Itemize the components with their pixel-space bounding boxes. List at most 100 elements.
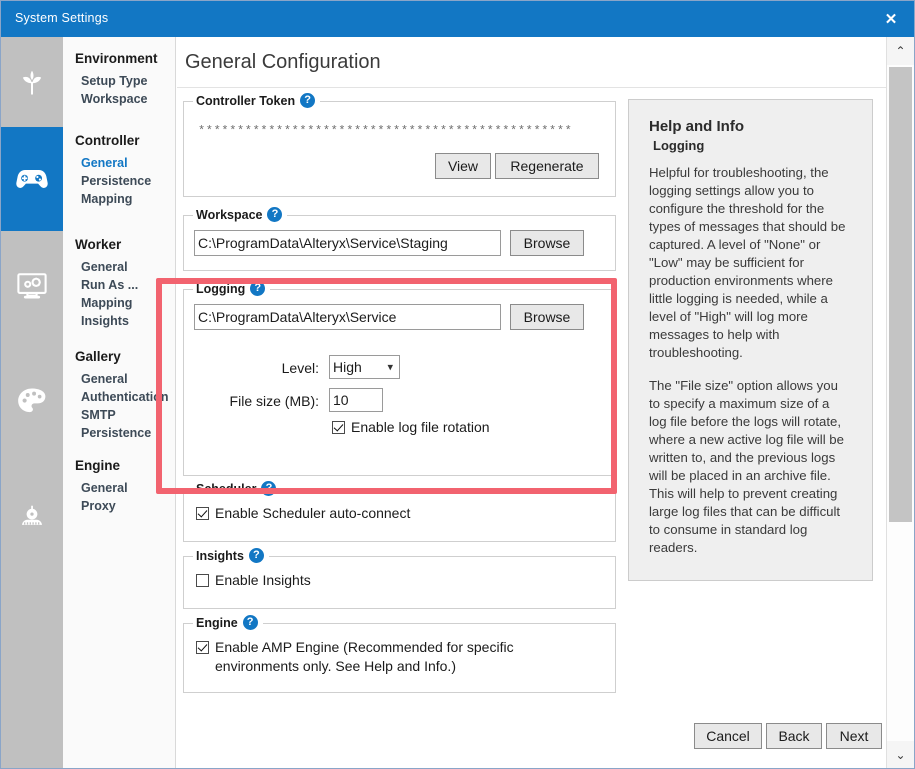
sidebar-item-engine-general[interactable]: General bbox=[81, 481, 128, 495]
rail-item-controller[interactable] bbox=[1, 127, 63, 231]
sidebar-item-gallery-authentication[interactable]: Authentication bbox=[81, 390, 169, 404]
scheduler-section: Scheduler ? Enable Scheduler auto-connec… bbox=[183, 489, 616, 542]
insights-enable-row[interactable]: Enable Insights bbox=[196, 571, 311, 590]
sidebar-item-gallery-general[interactable]: General bbox=[81, 372, 128, 386]
controller-token-legend: Controller Token ? bbox=[193, 93, 320, 108]
rail-item-environment[interactable] bbox=[1, 37, 63, 127]
controller-token-value: ****************************************… bbox=[198, 124, 598, 138]
regenerate-token-button[interactable]: Regenerate bbox=[495, 153, 599, 179]
icon-rail bbox=[1, 37, 63, 769]
nav-group-controller: Controller bbox=[75, 133, 140, 148]
scroll-up-arrow-icon[interactable]: ⌃ bbox=[887, 37, 914, 65]
content-scrollbar[interactable]: ⌃ ⌄ bbox=[886, 37, 914, 769]
nav-column: Environment Setup Type Workspace Control… bbox=[63, 37, 176, 769]
monitor-gear-icon bbox=[17, 272, 47, 300]
rail-item-engine[interactable] bbox=[1, 461, 63, 571]
window-title: System Settings bbox=[15, 11, 108, 25]
logging-legend-text: Logging bbox=[196, 282, 245, 296]
help-icon-engine[interactable]: ? bbox=[243, 615, 258, 630]
system-settings-window: System Settings ✕ bbox=[0, 0, 915, 769]
insights-section: Insights ? Enable Insights bbox=[183, 556, 616, 609]
help-icon-scheduler[interactable]: ? bbox=[261, 481, 276, 496]
nav-group-gallery: Gallery bbox=[75, 349, 121, 364]
help-icon-logging[interactable]: ? bbox=[250, 281, 265, 296]
gamepad-icon bbox=[16, 166, 48, 192]
rail-item-worker[interactable] bbox=[1, 231, 63, 341]
engine-icon bbox=[18, 502, 46, 530]
scheduler-autoconnect-label: Enable Scheduler auto-connect bbox=[215, 504, 410, 523]
help-and-info-panel: Help and Info Logging Helpful for troubl… bbox=[628, 99, 873, 581]
logging-file-size-label: File size (MB): bbox=[194, 393, 319, 409]
sidebar-item-worker-insights[interactable]: Insights bbox=[81, 314, 129, 328]
close-icon[interactable]: ✕ bbox=[868, 1, 914, 37]
rail-item-gallery[interactable] bbox=[1, 341, 63, 461]
sidebar-item-worker-mapping[interactable]: Mapping bbox=[81, 296, 132, 310]
controller-token-section: Controller Token ? *********************… bbox=[183, 101, 616, 197]
title-divider bbox=[177, 87, 886, 88]
title-bar: System Settings ✕ bbox=[1, 1, 914, 37]
logging-rotation-checkbox-row[interactable]: Enable log file rotation bbox=[332, 418, 490, 437]
help-panel-paragraph-2: The "File size" option allows you to spe… bbox=[649, 377, 849, 557]
scheduler-legend-text: Scheduler bbox=[196, 482, 256, 496]
engine-legend-text: Engine bbox=[196, 616, 238, 630]
sidebar-item-controller-persistence[interactable]: Persistence bbox=[81, 174, 151, 188]
sidebar-item-worker-run-as[interactable]: Run As ... bbox=[81, 278, 138, 292]
sidebar-item-workspace[interactable]: Workspace bbox=[81, 92, 147, 106]
logging-browse-button[interactable]: Browse bbox=[510, 304, 584, 330]
insights-legend: Insights ? bbox=[193, 548, 269, 563]
sidebar-item-controller-general[interactable]: General bbox=[81, 156, 128, 170]
help-panel-body: Helpful for troubleshooting, the logging… bbox=[649, 164, 849, 572]
palette-icon bbox=[17, 387, 47, 415]
help-panel-heading: Help and Info bbox=[649, 118, 744, 135]
plant-icon bbox=[17, 67, 47, 97]
sidebar-item-gallery-smtp[interactable]: SMTP bbox=[81, 408, 116, 422]
view-token-button[interactable]: View bbox=[435, 153, 491, 179]
insights-enable-label: Enable Insights bbox=[215, 571, 311, 590]
engine-legend: Engine ? bbox=[193, 615, 263, 630]
workspace-legend: Workspace ? bbox=[193, 207, 287, 222]
help-panel-subheading: Logging bbox=[653, 138, 704, 153]
engine-amp-checkbox[interactable] bbox=[196, 641, 209, 654]
logging-rotation-checkbox[interactable] bbox=[332, 421, 345, 434]
logging-level-label: Level: bbox=[219, 360, 319, 376]
help-icon-insights[interactable]: ? bbox=[249, 548, 264, 563]
logging-rotation-label: Enable log file rotation bbox=[351, 418, 490, 437]
scrollbar-thumb[interactable] bbox=[889, 67, 912, 522]
scheduler-autoconnect-checkbox[interactable] bbox=[196, 507, 209, 520]
logging-path-input[interactable]: C:\ProgramData\Alteryx\Service bbox=[194, 304, 501, 330]
sidebar-item-gallery-persistence[interactable]: Persistence bbox=[81, 426, 151, 440]
workspace-section: Workspace ? C:\ProgramData\Alteryx\Servi… bbox=[183, 215, 616, 271]
logging-file-size-input[interactable]: 10 bbox=[329, 388, 383, 412]
help-icon-workspace[interactable]: ? bbox=[267, 207, 282, 222]
logging-level-value: High bbox=[333, 359, 362, 375]
workspace-browse-button[interactable]: Browse bbox=[510, 230, 584, 256]
insights-legend-text: Insights bbox=[196, 549, 244, 563]
scroll-down-arrow-icon[interactable]: ⌄ bbox=[887, 741, 914, 769]
help-panel-paragraph-1: Helpful for troubleshooting, the logging… bbox=[649, 164, 849, 362]
scheduler-legend: Scheduler ? bbox=[193, 481, 281, 496]
sidebar-item-setup-type[interactable]: Setup Type bbox=[81, 74, 147, 88]
page-title: General Configuration bbox=[185, 51, 381, 74]
nav-group-worker: Worker bbox=[75, 237, 121, 252]
logging-legend: Logging ? bbox=[193, 281, 270, 296]
next-button[interactable]: Next bbox=[826, 723, 882, 749]
engine-amp-label: Enable AMP Engine (Recommended for speci… bbox=[215, 638, 596, 676]
content-area: General Configuration Controller Token ?… bbox=[177, 37, 886, 769]
nav-group-environment: Environment bbox=[75, 51, 158, 66]
help-icon-controller-token[interactable]: ? bbox=[300, 93, 315, 108]
logging-level-select[interactable]: High ▾ bbox=[329, 355, 400, 379]
back-button[interactable]: Back bbox=[766, 723, 822, 749]
scheduler-autoconnect-row[interactable]: Enable Scheduler auto-connect bbox=[196, 504, 410, 523]
sidebar-item-engine-proxy[interactable]: Proxy bbox=[81, 499, 116, 513]
cancel-button[interactable]: Cancel bbox=[694, 723, 762, 749]
engine-amp-row[interactable]: Enable AMP Engine (Recommended for speci… bbox=[196, 638, 596, 676]
insights-enable-checkbox[interactable] bbox=[196, 574, 209, 587]
workspace-path-input[interactable]: C:\ProgramData\Alteryx\Service\Staging bbox=[194, 230, 501, 256]
chevron-down-icon: ▾ bbox=[387, 361, 393, 374]
sidebar-item-controller-mapping[interactable]: Mapping bbox=[81, 192, 132, 206]
sidebar-item-worker-general[interactable]: General bbox=[81, 260, 128, 274]
controller-token-legend-text: Controller Token bbox=[196, 94, 295, 108]
workspace-legend-text: Workspace bbox=[196, 208, 262, 222]
logging-section: Logging ? C:\ProgramData\Alteryx\Service… bbox=[183, 289, 616, 476]
engine-section: Engine ? Enable AMP Engine (Recommended … bbox=[183, 623, 616, 693]
